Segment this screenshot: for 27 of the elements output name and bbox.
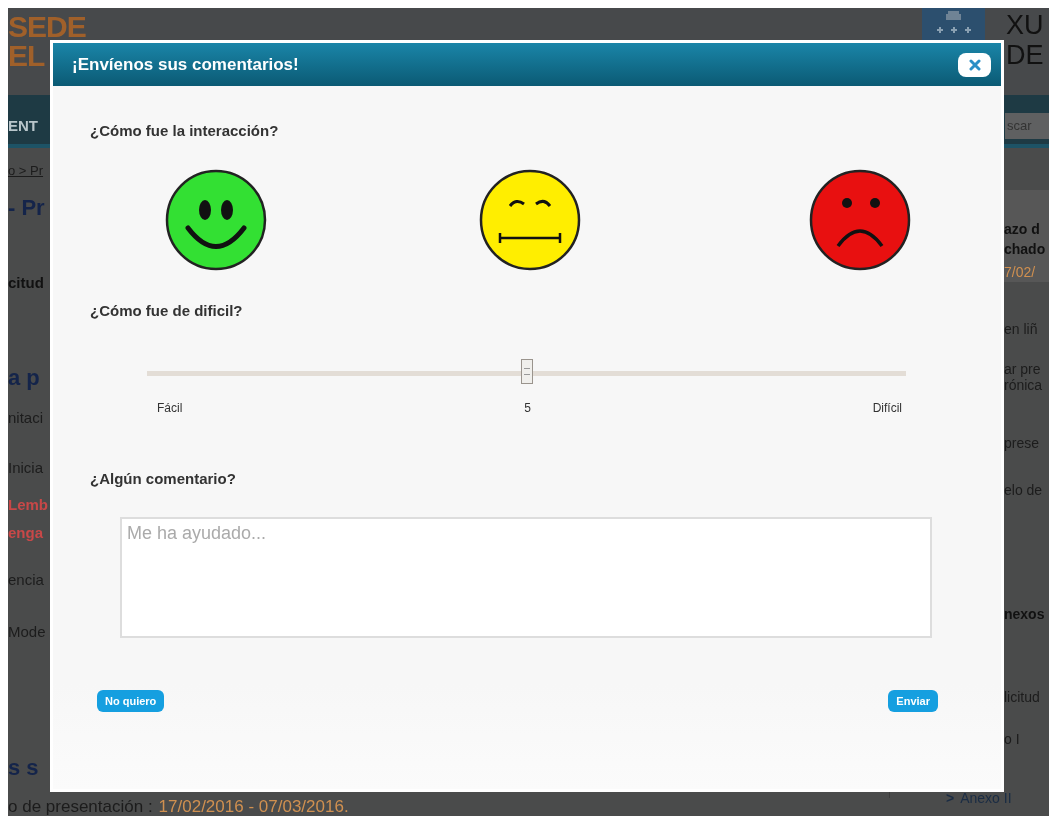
date-text: 17/02/2016 - 07/03/2016. (158, 797, 349, 816)
slider-value: 5 (524, 401, 531, 415)
question-label: ¿Algún comentario? (90, 470, 237, 487)
nav-item[interactable]: ENT (8, 117, 38, 134)
site-title: DE (1006, 40, 1044, 70)
dialog-title: ¡Envíenos sus comentarios! (72, 54, 299, 75)
scale-label: Difícil (872, 401, 902, 415)
question-label: ¿Cómo fue la interacción? (90, 122, 280, 139)
decline-button[interactable]: No quiero (97, 690, 165, 712)
question-label: ¿Cómo fue de dificil? (90, 302, 244, 319)
site-title: XU (1006, 10, 1044, 40)
close-icon (968, 58, 981, 71)
notice-text: Lemb (8, 495, 48, 515)
panel-title: azo d (1004, 220, 1040, 239)
scale-label: Fácil (157, 401, 183, 415)
notice-text: enga (8, 523, 43, 543)
panel-title: chado (1004, 240, 1046, 259)
site-title: SEDE (8, 12, 86, 41)
send-button[interactable]: Enviar (888, 690, 938, 712)
slider-thumb[interactable] (520, 359, 533, 384)
section-label: nexos (1004, 605, 1045, 624)
date-text: 7/02/ (1004, 263, 1036, 282)
arrow-marker: > (946, 790, 955, 806)
comment-field[interactable]: Me ha ayudado... (120, 517, 932, 638)
close-button[interactable] (958, 52, 991, 77)
coat-of-arms-icon (922, 8, 985, 40)
section-label: citud (8, 273, 44, 293)
